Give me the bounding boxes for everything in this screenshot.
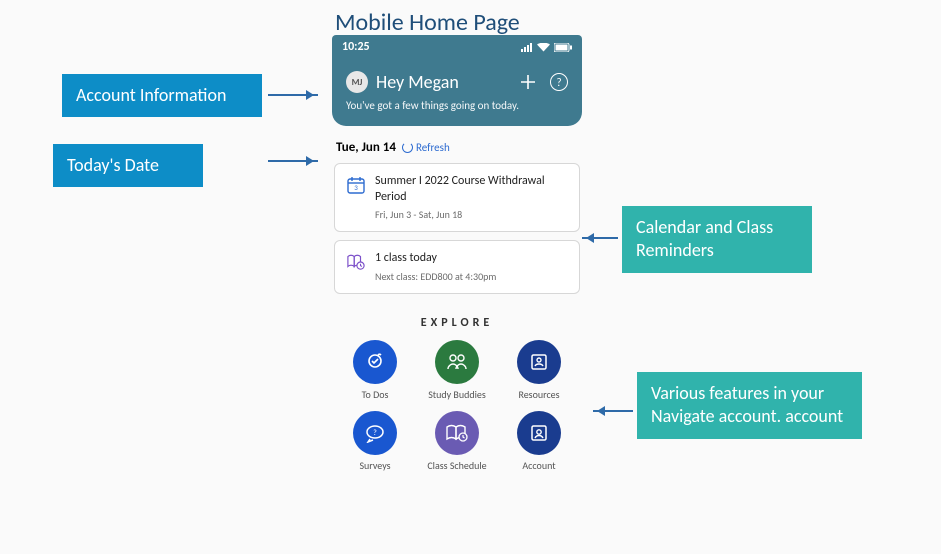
card-withdrawal-period[interactable]: 3 Summer I 2022 Course Withdrawal Period… (334, 163, 580, 232)
header-row: MJ Hey Megan ? (346, 71, 568, 93)
explore-resources[interactable]: Resources (500, 340, 578, 401)
callout-reminders: Calendar and Class Reminders (622, 206, 812, 273)
explore-label: To Dos (362, 388, 389, 401)
plus-icon (520, 74, 536, 90)
avatar[interactable]: MJ (346, 71, 368, 93)
explore-label: Resources (518, 388, 559, 401)
explore-label: Account (522, 459, 555, 472)
card-title: 1 class today (375, 251, 496, 267)
explore-section: EXPLORE To Dos Study Buddies Resources (332, 316, 582, 472)
help-button[interactable]: ? (550, 73, 568, 91)
explore-label: Surveys (359, 459, 390, 472)
arrow-account-info (268, 94, 318, 96)
app-header: MJ Hey Megan ? You've got a few things g… (332, 59, 582, 126)
explore-surveys[interactable]: ? Surveys (336, 411, 414, 472)
header-left: MJ Hey Megan (346, 71, 459, 93)
statusbar-icons (521, 43, 572, 52)
wifi-icon (537, 43, 550, 52)
statusbar-time: 10:25 (342, 40, 370, 54)
svg-text:3: 3 (354, 183, 358, 192)
card-subtitle: Next class: EDD800 at 4:30pm (375, 270, 496, 283)
explore-grid: To Dos Study Buddies Resources ? Surveys (332, 340, 582, 472)
statusbar: 10:25 (332, 35, 582, 59)
card-class-today[interactable]: 1 class today Next class: EDD800 at 4:30… (334, 240, 580, 294)
callout-account-info: Account Information (62, 74, 262, 117)
signal-icon (521, 43, 533, 52)
refresh-icon (402, 142, 413, 153)
arrow-todays-date (268, 160, 318, 162)
refresh-label: Refresh (416, 141, 450, 154)
subgreeting-text: You've got a few things going on today. (346, 99, 568, 112)
explore-label: Class Schedule (427, 459, 486, 472)
question-icon: ? (556, 76, 561, 89)
battery-icon (554, 43, 572, 52)
card-body: 1 class today Next class: EDD800 at 4:30… (375, 251, 496, 283)
arrow-reminders (582, 237, 618, 239)
explore-label: Study Buddies (428, 388, 486, 401)
svg-text:?: ? (373, 428, 377, 438)
explore-class-schedule[interactable]: Class Schedule (418, 411, 496, 472)
calendar-icon: 3 (347, 176, 365, 194)
explore-heading: EXPLORE (332, 316, 582, 330)
phone-mock: 10:25 MJ Hey Megan ? You've got a few th… (332, 35, 582, 472)
greeting-text: Hey Megan (376, 71, 459, 93)
explore-todos[interactable]: To Dos (336, 340, 414, 401)
card-title: Summer I 2022 Course Withdrawal Period (375, 174, 567, 205)
arrow-features (593, 410, 633, 412)
add-button[interactable] (520, 74, 536, 90)
study-buddies-icon (435, 340, 479, 384)
page-title: Mobile Home Page (335, 8, 520, 37)
surveys-icon: ? (353, 411, 397, 455)
explore-account[interactable]: Account (500, 411, 578, 472)
class-schedule-icon (435, 411, 479, 455)
todos-icon (353, 340, 397, 384)
card-subtitle: Fri, Jun 3 - Sat, Jun 18 (375, 208, 567, 221)
book-clock-icon (347, 253, 365, 271)
resources-icon (517, 340, 561, 384)
callout-todays-date: Today's Date (53, 144, 203, 187)
card-body: Summer I 2022 Course Withdrawal Period F… (375, 174, 567, 221)
current-date: Tue, Jun 14 (336, 140, 396, 155)
header-actions: ? (520, 73, 568, 91)
callout-features: Various features in your Navigate accoun… (637, 372, 862, 439)
date-row: Tue, Jun 14 Refresh (336, 140, 578, 155)
account-icon (517, 411, 561, 455)
refresh-button[interactable]: Refresh (402, 141, 450, 154)
explore-study-buddies[interactable]: Study Buddies (418, 340, 496, 401)
